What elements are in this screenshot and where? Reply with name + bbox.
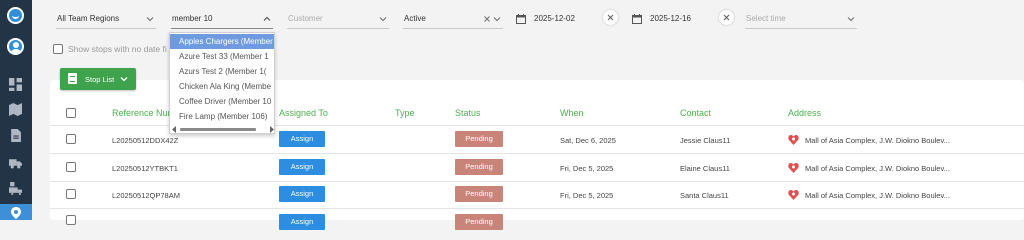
- address-pin-icon: [788, 190, 799, 200]
- time-select[interactable]: Select time: [745, 11, 857, 29]
- chevron-up-icon: [263, 16, 271, 21]
- divider: [50, 153, 1024, 154]
- select-all-checkbox[interactable]: [66, 108, 76, 118]
- row-address: Mall of Asia Complex, J.W. Diokno Boulev…: [805, 136, 950, 145]
- show-stops-checkbox[interactable]: [53, 44, 63, 54]
- row-contact: Santa Claus11: [680, 191, 729, 200]
- avatar[interactable]: [7, 38, 24, 55]
- horizontal-scrollbar[interactable]: [170, 125, 274, 133]
- close-icon: [723, 14, 730, 21]
- list-icon: [68, 73, 77, 84]
- assign-button[interactable]: Assign: [279, 131, 325, 147]
- search-dropdown: Apples Chargers (Member Azure Test 33 (M…: [169, 32, 275, 134]
- date-from[interactable]: 2025-12-02: [534, 11, 575, 29]
- region-select-value: All Team Regions: [57, 14, 120, 23]
- scroll-right-icon[interactable]: [269, 126, 274, 133]
- row-checkbox[interactable]: [66, 162, 76, 172]
- chevron-down-icon: [379, 17, 387, 22]
- calendar-icon[interactable]: [516, 14, 526, 24]
- customer-placeholder: Customer: [288, 14, 323, 23]
- row-reference[interactable]: L20250512YTBKT1: [112, 164, 178, 173]
- scroll-left-icon[interactable]: [172, 126, 177, 133]
- location-pin-icon: [11, 207, 21, 219]
- dropdown-option[interactable]: Azure Test 33 (Member 1: [170, 49, 274, 64]
- dropdown-option[interactable]: Azurs Test 2 (Member 1(: [170, 64, 274, 79]
- address-pin-icon: [788, 135, 799, 145]
- row-checkbox[interactable]: [66, 215, 76, 225]
- clear-date-to-button[interactable]: [719, 10, 734, 25]
- sidebar-item-active[interactable]: [0, 204, 32, 220]
- divider: [50, 181, 1024, 182]
- header-status[interactable]: Status: [455, 108, 481, 118]
- row-reference[interactable]: L20250512QP78AM: [112, 191, 180, 200]
- truck-icon[interactable]: [9, 156, 22, 169]
- assign-button[interactable]: Assign: [279, 159, 325, 175]
- chevron-down-icon: [493, 17, 501, 22]
- row-contact: Elaine Claus11: [680, 164, 730, 173]
- document-icon[interactable]: [9, 129, 22, 142]
- chevron-down-icon: [146, 17, 154, 22]
- close-icon[interactable]: [483, 15, 491, 23]
- assign-button[interactable]: Assign: [279, 186, 325, 202]
- stop-list-button[interactable]: Stop List: [60, 68, 136, 90]
- header-reference[interactable]: Reference Nur: [112, 108, 171, 118]
- status-badge: Pending: [455, 159, 503, 175]
- row-address: Mall of Asia Complex, J.W. Diokno Boulev…: [805, 191, 950, 200]
- status-badge: Pending: [455, 214, 503, 230]
- scrollbar-thumb[interactable]: [180, 128, 256, 131]
- time-placeholder: Select time: [746, 14, 786, 23]
- chevron-down-icon: [120, 77, 128, 82]
- row-address: Mall of Asia Complex, J.W. Diokno Boulev…: [805, 164, 950, 173]
- status-select[interactable]: Active: [403, 11, 503, 29]
- row-checkbox[interactable]: [66, 134, 76, 144]
- dropdown-option[interactable]: Fire Lamp (Member 106): [170, 109, 274, 124]
- close-icon: [607, 14, 614, 21]
- row-checkbox[interactable]: [66, 189, 76, 199]
- search-input-value: member 10: [172, 14, 213, 23]
- row-when: Fri, Dec 5, 2025: [560, 164, 614, 173]
- row-reference[interactable]: L20250512DDX42Z: [112, 136, 178, 145]
- chevron-down-icon: [847, 17, 855, 22]
- header-type[interactable]: Type: [395, 108, 415, 118]
- divider: [50, 208, 1024, 209]
- stop-list-label: Stop List: [85, 75, 115, 84]
- show-stops-label: Show stops with no date fi: [68, 44, 167, 54]
- row-contact: Jessie Claus11: [680, 136, 731, 145]
- delivery-icon[interactable]: [9, 182, 22, 195]
- status-select-value: Active: [404, 14, 426, 23]
- calendar-icon[interactable]: [632, 14, 642, 24]
- status-badge: Pending: [455, 186, 503, 202]
- status-badge: Pending: [455, 131, 503, 147]
- map-icon[interactable]: [9, 103, 22, 116]
- date-to[interactable]: 2025-12-16: [650, 11, 691, 29]
- address-pin-icon: [788, 163, 799, 173]
- sidebar: [0, 0, 32, 220]
- customer-select[interactable]: Customer: [287, 11, 389, 29]
- dashboard-icon[interactable]: [9, 78, 22, 91]
- header-contact[interactable]: Contact: [680, 108, 711, 118]
- row-when: Fri, Dec 5, 2025: [560, 191, 614, 200]
- search-input[interactable]: member 10: [171, 11, 273, 29]
- app-logo-icon[interactable]: [7, 7, 24, 24]
- clear-date-from-button[interactable]: [603, 10, 618, 25]
- dropdown-option[interactable]: Coffee Driver (Member 10: [170, 94, 274, 109]
- assign-button[interactable]: Assign: [279, 214, 325, 230]
- dropdown-option[interactable]: Apples Chargers (Member: [170, 34, 274, 49]
- header-when[interactable]: When: [560, 108, 584, 118]
- region-select[interactable]: All Team Regions: [56, 11, 156, 29]
- header-address[interactable]: Address: [788, 108, 821, 118]
- row-when: Sat, Dec 6, 2025: [560, 136, 616, 145]
- header-assigned-to[interactable]: Assigned To: [279, 108, 328, 118]
- dropdown-option[interactable]: Chicken Ala King (Membe: [170, 79, 274, 94]
